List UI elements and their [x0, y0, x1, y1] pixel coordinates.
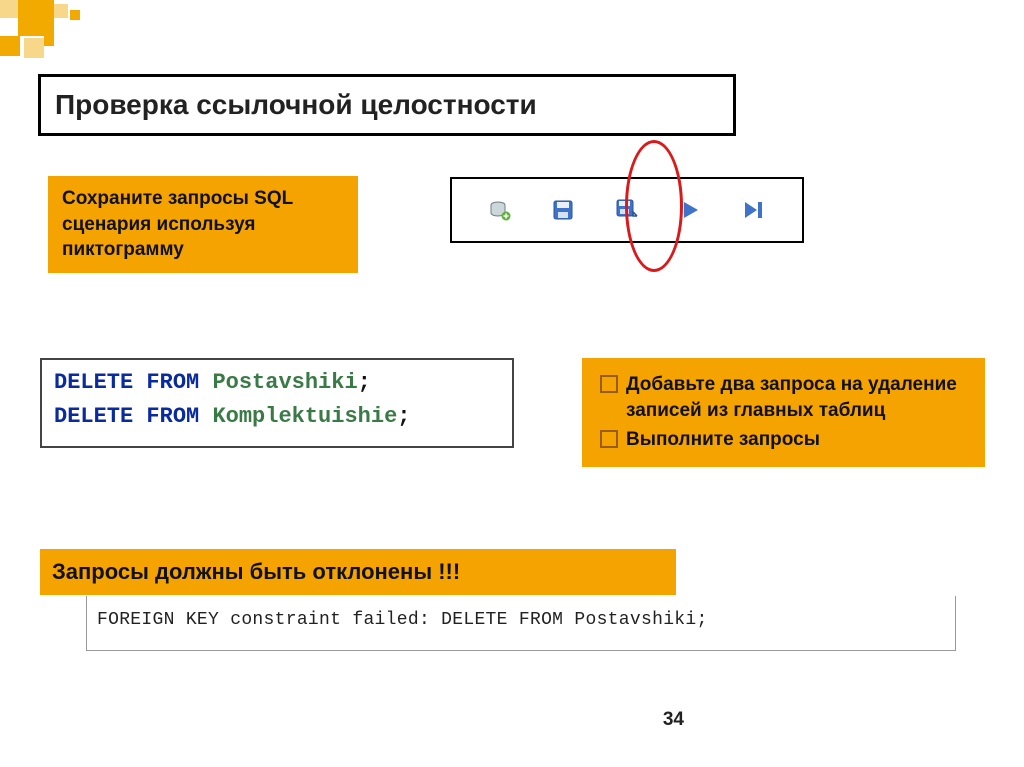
- task-list: Добавьте два запроса на удаление записей…: [582, 358, 985, 467]
- sql-line: DELETE FROM Postavshiki;: [54, 366, 500, 400]
- reject-header: Запросы должны быть отклонены !!!: [40, 549, 676, 595]
- corner-decoration: [0, 0, 110, 70]
- db-add-icon: [488, 198, 512, 222]
- sql-table: Postavshiki: [212, 370, 357, 395]
- task-item: Выполните запросы: [596, 427, 971, 453]
- play-icon: [679, 198, 703, 222]
- task-item: Добавьте два запроса на удаление записей…: [596, 372, 971, 423]
- page-number: 34: [663, 709, 684, 731]
- sql-keyword: DELETE FROM: [54, 370, 199, 395]
- sql-code: DELETE FROM Postavshiki; DELETE FROM Kom…: [40, 358, 514, 448]
- error-message: FOREIGN KEY constraint failed: DELETE FR…: [86, 596, 956, 651]
- sql-terminator: ;: [397, 404, 410, 429]
- sql-terminator: ;: [358, 370, 371, 395]
- slide: Проверка ссылочной целостности Сохраните…: [0, 0, 1024, 767]
- sql-line: DELETE FROM Komplektuishie;: [54, 400, 500, 434]
- save-as-icon: [615, 198, 639, 222]
- play-end-icon: [742, 198, 766, 222]
- slide-title: Проверка ссылочной целостности: [38, 74, 736, 136]
- sql-keyword: DELETE FROM: [54, 404, 199, 429]
- save-icon: [551, 198, 575, 222]
- sql-table: Komplektuishie: [212, 404, 397, 429]
- instruction-save: Сохраните запросы SQL сценария используя…: [48, 176, 358, 273]
- toolbar-screenshot: [450, 177, 804, 243]
